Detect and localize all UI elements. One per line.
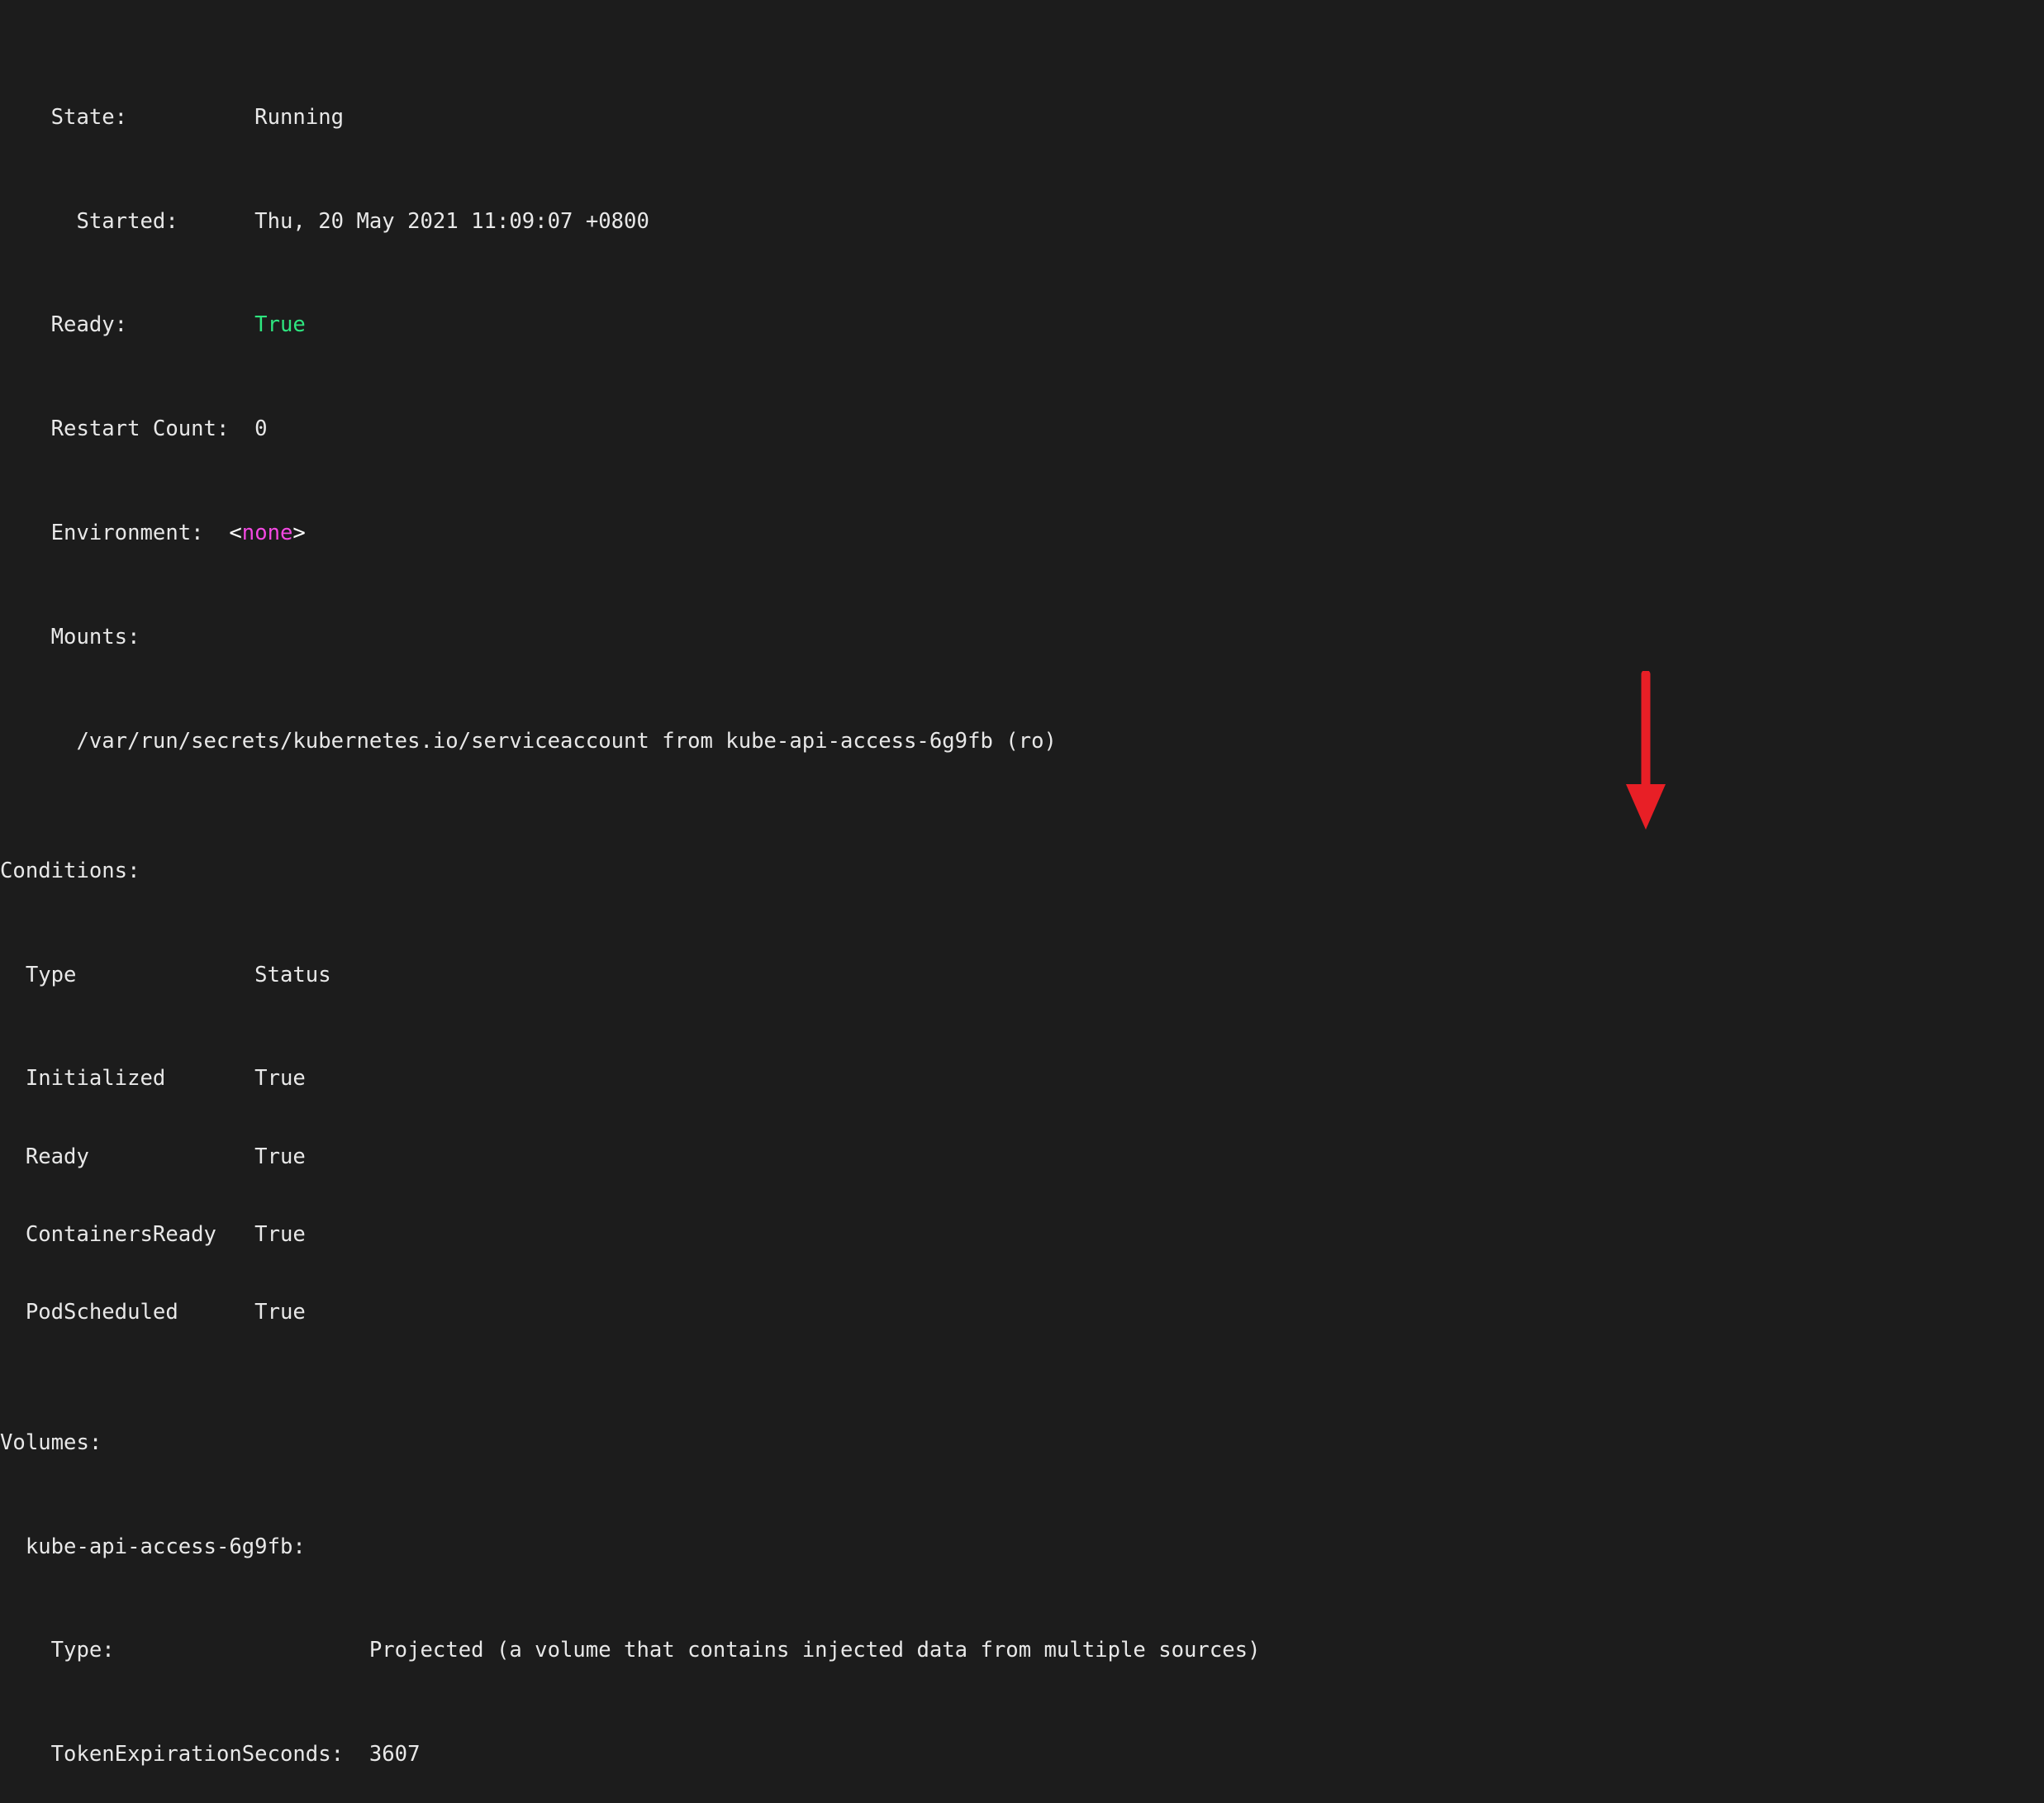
condition-containers-ready: ContainersReady True (0, 1222, 306, 1248)
environment-bracket-open: < (203, 521, 242, 545)
line-conditions-header: Type Status (0, 963, 1553, 988)
table-row: ContainersReady True (0, 1222, 1553, 1248)
terminal-output: State: Running Started: Thu, 20 May 2021… (0, 1, 1553, 1803)
environment-value: none (241, 521, 293, 545)
state-value: Running (127, 104, 345, 130)
mounts-label: Mounts: (0, 624, 140, 649)
state-label: State: (0, 104, 128, 130)
started-label: Started: (0, 208, 178, 234)
token-expiration-value: 3607 (344, 1742, 421, 1767)
environment-label: Environment: (0, 521, 204, 545)
terminal-window[interactable]: State: Running Started: Thu, 20 May 2021… (0, 0, 2044, 1767)
line-volume-name: kube-api-access-6g9fb: (0, 1534, 1553, 1560)
volume-name: kube-api-access-6g9fb: (0, 1534, 306, 1559)
line-volumes-heading: Volumes: (0, 1430, 1553, 1456)
line-started: Started: Thu, 20 May 2021 11:09:07 +0800 (0, 209, 1553, 235)
line-mounts-path: /var/run/secrets/kubernetes.io/serviceac… (0, 729, 1553, 754)
condition-ready: Ready True (0, 1144, 306, 1169)
token-expiration-label: TokenExpirationSeconds: (0, 1742, 345, 1767)
restart-count-value: 0 (229, 416, 268, 442)
line-state: State: Running (0, 105, 1553, 131)
line-environment: Environment: <none> (0, 521, 1553, 546)
line-ready: Ready: True (0, 312, 1553, 338)
conditions-header: Type Status (0, 962, 331, 987)
conditions-heading: Conditions: (0, 858, 140, 883)
volumes-heading: Volumes: (0, 1430, 102, 1455)
line-token-expiration: TokenExpirationSeconds: 3607 (0, 1742, 1553, 1767)
table-row: Initialized True (0, 1066, 1553, 1092)
condition-initialized: Initialized True (0, 1066, 306, 1092)
ready-value: True (127, 312, 306, 338)
table-row: Ready True (0, 1144, 1553, 1170)
line-volume-type: Type: Projected (a volume that contains … (0, 1638, 1553, 1663)
table-row: PodScheduled True (0, 1300, 1553, 1325)
ready-label: Ready: (0, 312, 128, 338)
environment-bracket-close: > (292, 521, 306, 545)
volume-type-label: Type: (0, 1638, 115, 1663)
line-conditions-heading: Conditions: (0, 859, 1553, 884)
line-restart-count: Restart Count: 0 (0, 416, 1553, 442)
line-mounts-label: Mounts: (0, 625, 1553, 650)
restart-count-label: Restart Count: (0, 416, 230, 442)
mounts-path: /var/run/secrets/kubernetes.io/serviceac… (0, 728, 1057, 754)
started-value: Thu, 20 May 2021 11:09:07 +0800 (178, 208, 649, 234)
volume-type-value: Projected (a volume that contains inject… (114, 1638, 1261, 1663)
condition-pod-scheduled: PodScheduled True (0, 1300, 306, 1325)
